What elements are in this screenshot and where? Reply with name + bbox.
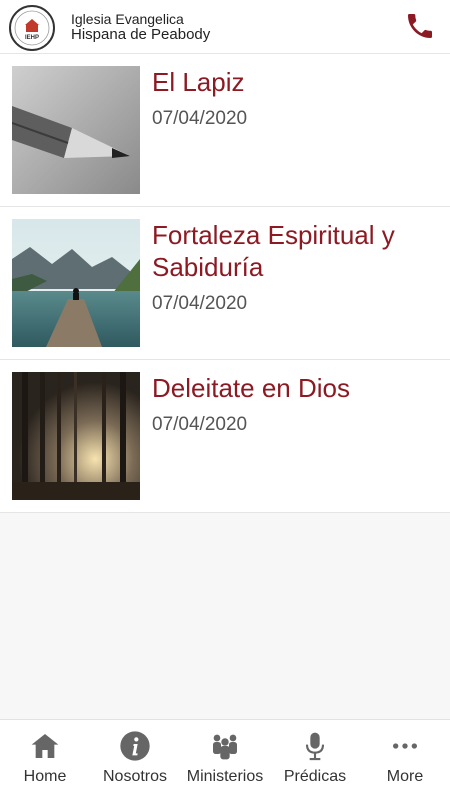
- church-logo[interactable]: IEHP: [9, 5, 55, 51]
- svg-text:IEHP: IEHP: [25, 35, 39, 41]
- post-title[interactable]: Deleitate en Dios: [152, 372, 430, 404]
- lake-dock-photo: [12, 219, 140, 347]
- post-list: El Lapiz 07/04/2020 Fortaleza Espiritual…: [0, 54, 450, 513]
- tab-label: Home: [23, 768, 67, 785]
- brand-line-2: Hispana de Peabody: [71, 26, 211, 43]
- post-title[interactable]: El Lapiz: [152, 66, 430, 98]
- more-icon: [393, 743, 417, 749]
- people-icon: [213, 734, 237, 760]
- post-item[interactable]: El Lapiz 07/04/2020: [0, 54, 450, 207]
- post-title[interactable]: Fortaleza Espiritual y Sabiduría: [152, 219, 430, 283]
- tab-more[interactable]: More: [360, 720, 450, 800]
- post-date: 07/04/2020: [152, 108, 248, 129]
- brand-line-1: Iglesia Evangelica: [71, 11, 184, 27]
- tab-ministerios[interactable]: Ministerios: [180, 720, 270, 800]
- pencil-photo: [12, 66, 140, 194]
- post-item[interactable]: Fortaleza Espiritual y Sabiduría 07/04/2…: [0, 207, 450, 360]
- info-icon: [120, 731, 150, 761]
- tab-label: Nosotros: [102, 768, 168, 785]
- bottom-tab-bar: Home Nosotros Ministerios Prédicas More: [0, 719, 450, 800]
- tab-label: Ministerios: [186, 768, 264, 785]
- app-header: IEHP Iglesia Evangelica Hispana de Peabo…: [0, 0, 450, 54]
- tab-label: Prédicas: [283, 768, 347, 785]
- microphone-icon: [305, 732, 325, 761]
- post-date: 07/04/2020: [152, 414, 248, 435]
- church-name: Iglesia Evangelica Hispana de Peabody: [71, 11, 210, 43]
- forest-sunlight-photo: [12, 372, 140, 500]
- tab-home[interactable]: Home: [0, 720, 90, 800]
- home-icon: [31, 734, 59, 758]
- post-item[interactable]: Deleitate en Dios 07/04/2020: [0, 360, 450, 513]
- tab-nosotros[interactable]: Nosotros: [90, 720, 180, 800]
- post-date: 07/04/2020: [152, 293, 248, 314]
- tab-predicas[interactable]: Prédicas: [270, 720, 360, 800]
- tab-label: More: [386, 768, 424, 785]
- phone-icon[interactable]: [404, 10, 436, 42]
